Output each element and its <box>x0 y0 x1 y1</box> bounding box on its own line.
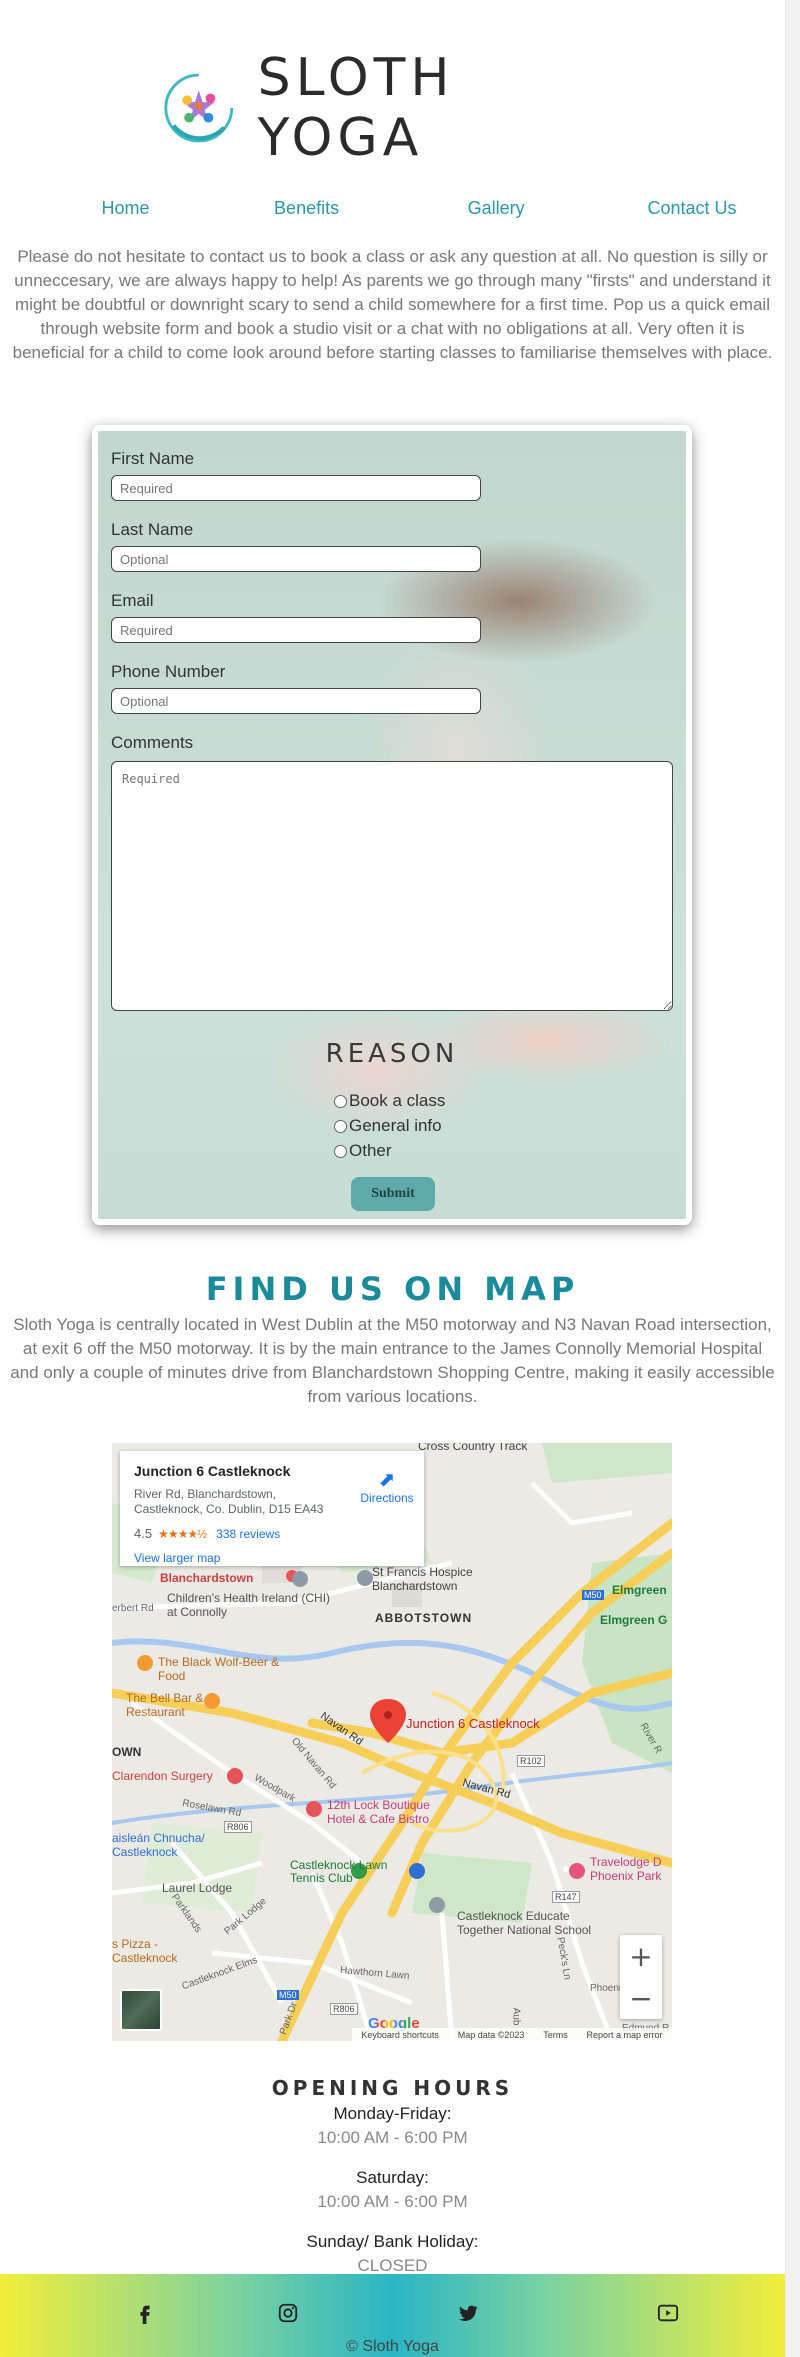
hours-day: Sunday/ Bank Holiday: <box>306 2232 479 2251</box>
copyright-text: © Sloth Yoga <box>346 2338 439 2355</box>
map-label-r147: R147 <box>552 1891 580 1903</box>
map-label-elmgreen: Elmgreen <box>612 1583 667 1597</box>
map-pin-label[interactable]: Junction 6 Castleknock <box>406 1716 540 1731</box>
twitter-link[interactable] <box>448 2302 488 2324</box>
zoom-in-button[interactable]: + <box>620 1935 662 1977</box>
last-name-input[interactable] <box>111 546 481 572</box>
map-label-gaisclean: aisleán Chnucha/ Castleknock <box>112 1831 205 1859</box>
main-nav: Home Benefits Gallery Contact Us <box>0 198 785 219</box>
social-links <box>0 2302 785 2324</box>
map-label-castleknock-lawn: Castleknock Lawn Tennis Club <box>290 1858 388 1885</box>
map-label-r806: R806 <box>224 1821 252 1833</box>
reason-title: REASON <box>325 1039 459 1069</box>
find-us-text: Sloth Yoga is centrally located in West … <box>10 1315 775 1406</box>
directions-label: Directions <box>360 1491 414 1505</box>
hours-day: Saturday: <box>356 2168 429 2187</box>
hours-time: CLOSED <box>357 2256 428 2275</box>
map-label-st-francis: St Francis Hospice Blanchardstown <box>372 1565 473 1593</box>
map-label-clarendon: Clarendon Surgery <box>112 1769 213 1783</box>
hours-time: 10:00 AM - 6:00 PM <box>317 2192 468 2211</box>
phone-input[interactable] <box>111 688 481 714</box>
find-us-title: FIND US ON MAP <box>205 1270 580 1308</box>
map-footer: Keyboard shortcuts Map data ©2023 Terms … <box>352 2028 672 2041</box>
keyboard-shortcuts-link[interactable]: Keyboard shortcuts <box>361 2030 439 2040</box>
terms-link[interactable]: Terms <box>543 2030 568 2040</box>
map-label-herbert: erbert Rd <box>112 1603 154 1614</box>
youtube-link[interactable] <box>648 2302 688 2324</box>
reason-option-general-info[interactable]: General info <box>334 1116 442 1136</box>
phone-label: Phone Number <box>111 662 226 681</box>
last-name-label: Last Name <box>111 520 194 539</box>
map-label-travelodge: Travelodge D Phoenix Park <box>590 1855 662 1883</box>
map-place-card: Junction 6 Castleknock River Rd, Blancha… <box>120 1451 424 1566</box>
zoom-out-button[interactable]: − <box>620 1977 662 2019</box>
map-label-twelfth-lock: 12th Lock Boutique Hotel & Cafe Bistro <box>327 1798 430 1826</box>
map-label-r102: R102 <box>517 1755 545 1767</box>
site-footer: © Sloth Yoga <box>0 2274 785 2357</box>
map-label-elmgreen-g: Elmgreen G <box>600 1613 668 1627</box>
map-zoom-controls: + − <box>620 1935 662 2019</box>
reviews-link[interactable]: 338 reviews <box>216 1527 280 1541</box>
map-label-blanchardstown: Blanchardstown <box>160 1571 254 1585</box>
facebook-link[interactable] <box>0 2302 290 2324</box>
map-label-m50: M50 <box>582 1590 604 1600</box>
first-name-input[interactable] <box>111 475 481 501</box>
map-label-cross-country: Cross Country Track <box>418 1443 528 1453</box>
nav-link-gallery[interactable]: Gallery <box>403 198 589 219</box>
embedded-map[interactable]: Cross Country Track St Francis Hospice B… <box>112 1443 672 2041</box>
comments-label: Comments <box>111 733 194 752</box>
map-place-name: Junction 6 Castleknock <box>134 1463 291 1479</box>
view-larger-map-link[interactable]: View larger map <box>134 1551 220 1565</box>
rating-value: 4.5 <box>134 1526 153 1541</box>
nav-link-benefits[interactable]: Benefits <box>195 198 418 219</box>
map-label-laurel-lodge: Laurel Lodge <box>162 1881 233 1895</box>
map-label-childrens-health: Children's Health Ireland (CHI) at Conno… <box>167 1591 331 1619</box>
contact-form: First Name Last Name Email Phone Number … <box>92 425 692 1225</box>
nav-link-contact-us[interactable]: Contact Us <box>599 198 785 219</box>
youtube-icon <box>657 2304 679 2322</box>
email-input[interactable] <box>111 617 481 643</box>
reason-label: General info <box>349 1116 442 1135</box>
radio-button[interactable] <box>334 1119 347 1133</box>
map-label-castleknock-educate: Castleknock Educate Together National Sc… <box>457 1909 592 1937</box>
reason-label: Other <box>349 1141 392 1160</box>
reason-label: Book a class <box>349 1091 446 1110</box>
reason-option-book-class[interactable]: Book a class <box>334 1091 445 1111</box>
map-place-rating: 4.5 ★★★★½ 338 reviews <box>134 1526 280 1541</box>
instagram-link[interactable] <box>268 2302 308 2324</box>
map-layers-button[interactable] <box>120 1989 162 2031</box>
map-label-m50-b: M50 <box>277 1990 299 2000</box>
site-logo[interactable]: SLOTH YOGA <box>160 48 630 168</box>
map-label-town: OWN <box>112 1745 142 1759</box>
radio-button[interactable] <box>334 1094 347 1108</box>
reason-option-other[interactable]: Other <box>334 1141 392 1161</box>
map-label-bell-bar: The Bell Bar & Restaurant <box>126 1691 204 1719</box>
opening-hours-title: OPENING HOURS <box>271 2076 514 2100</box>
logo-icon <box>164 73 234 142</box>
hours-day: Monday-Friday: <box>333 2104 452 2123</box>
map-label-r806-b: R806 <box>330 2003 358 2015</box>
map-label-pizza: s Pizza - Castleknock <box>112 1937 178 1965</box>
directions-button[interactable]: ⬈ Directions <box>357 1469 417 1505</box>
facebook-icon <box>140 2305 150 2324</box>
intro-text: Please do not hesitate to contact us to … <box>12 247 773 362</box>
map-place-address: River Rd, Blanchardstown, Castleknock, C… <box>134 1487 324 1516</box>
twitter-icon <box>459 2305 478 2321</box>
hours-time: 10:00 AM - 6:00 PM <box>317 2128 468 2147</box>
first-name-label: First Name <box>111 449 195 468</box>
map-label-auburn: Aub <box>510 2007 522 2026</box>
comments-textarea[interactable] <box>111 761 673 1011</box>
report-error-link[interactable]: Report a map error <box>587 2030 663 2040</box>
instagram-icon <box>278 2303 298 2323</box>
email-label: Email <box>111 591 154 610</box>
scrollbar[interactable] <box>785 0 800 2357</box>
map-data-text: Map data ©2023 <box>457 2030 525 2040</box>
brand-name: SLOTH YOGA <box>257 47 455 168</box>
map-label-black-wolf: The Black Wolf-Beer & Food <box>158 1655 280 1683</box>
map-label-abbotstown: ABBOTSTOWN <box>375 1611 473 1625</box>
radio-button[interactable] <box>334 1144 347 1158</box>
rating-stars-icon: ★★★★½ <box>158 1526 207 1541</box>
submit-button[interactable]: Submit <box>351 1177 435 1211</box>
directions-icon: ⬈ <box>378 1469 396 1491</box>
